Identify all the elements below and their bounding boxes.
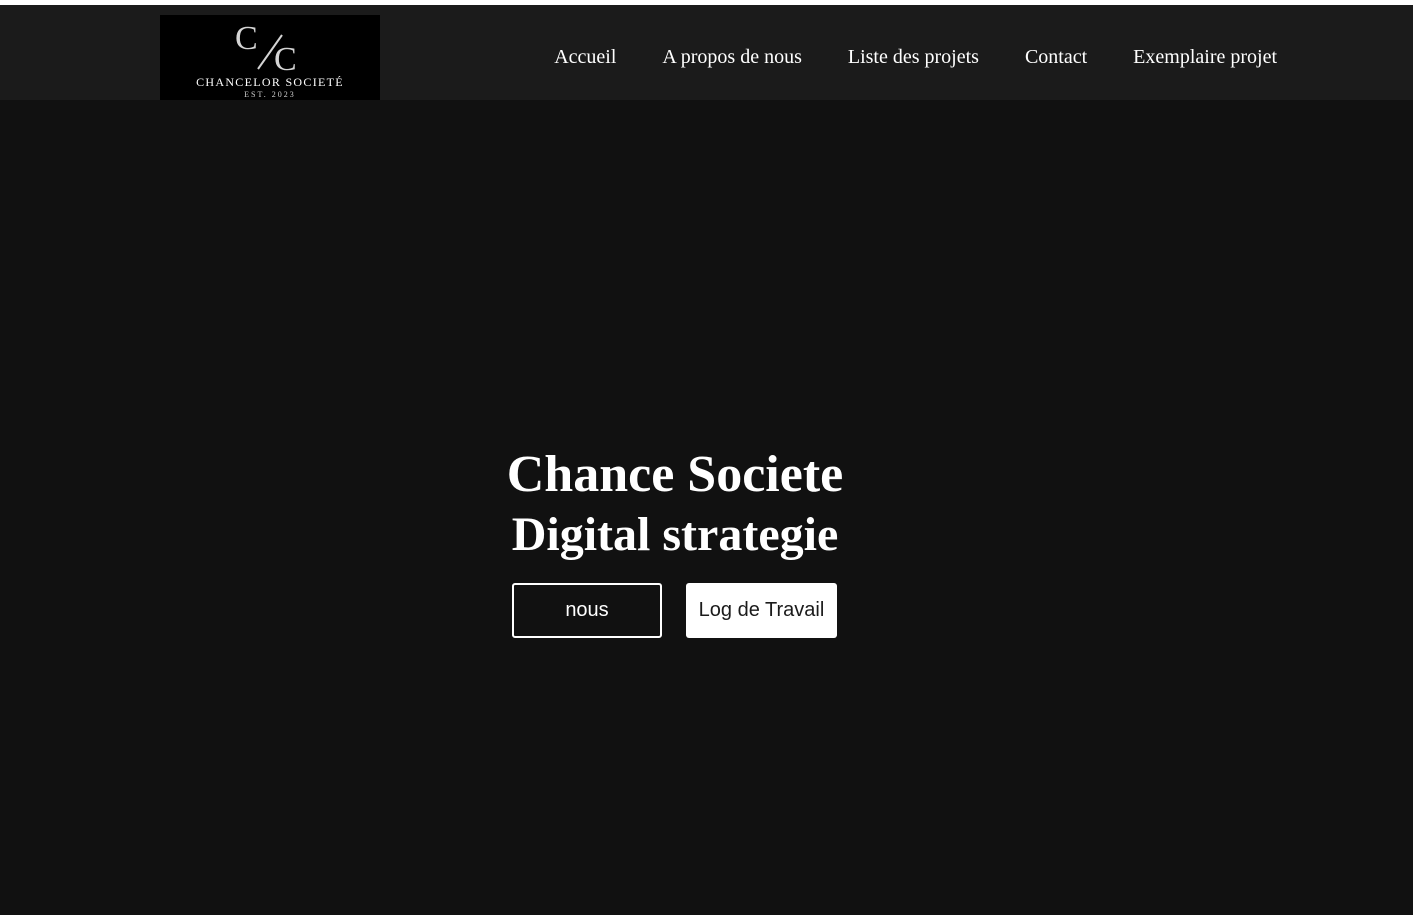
monogram-logo-icon: C C	[235, 20, 297, 75]
nav-item-contact[interactable]: Contact	[1025, 45, 1087, 69]
hero-section: Chance Societe Digital strategie	[0, 445, 1350, 565]
nav-item-a-propos[interactable]: A propos de nous	[662, 45, 801, 69]
nav-item-accueil[interactable]: Accueil	[554, 45, 616, 69]
monogram-letter-top: C	[235, 20, 258, 57]
nous-button[interactable]: nous	[512, 583, 662, 638]
monogram-letter-bottom: C	[274, 41, 297, 75]
hero-title: Chance Societe	[506, 446, 844, 503]
main-nav: Accueil A propos de nous Liste des proje…	[508, 45, 1277, 69]
brand-name: CHANCELOR SOCIETÉ	[196, 75, 344, 89]
nav-item-exemplaire-projet[interactable]: Exemplaire projet	[1133, 45, 1277, 69]
log-de-travail-button[interactable]: Log de Travail	[686, 583, 837, 638]
brand-logo[interactable]: C C CHANCELOR SOCIETÉ EST. 2023	[160, 15, 380, 100]
nav-item-liste-projets[interactable]: Liste des projets	[848, 45, 979, 69]
brand-established: EST. 2023	[244, 90, 296, 99]
hero-subtitle: Digital strategie	[511, 508, 839, 561]
navbar: C C CHANCELOR SOCIETÉ EST. 2023 Accueil …	[0, 5, 1413, 100]
page: C C CHANCELOR SOCIETÉ EST. 2023 Accueil …	[0, 5, 1413, 915]
